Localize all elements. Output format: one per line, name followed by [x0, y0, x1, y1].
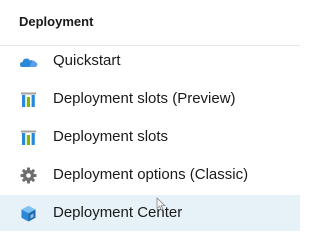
deployment-slots-icon [19, 90, 38, 109]
mouse-pointer-icon [156, 197, 166, 211]
menu-item-quickstart[interactable]: Quickstart [0, 43, 300, 79]
menu-item-label: Deployment slots (Preview) [53, 90, 236, 107]
menu-item-deployment-center[interactable]: Deployment Center [0, 195, 300, 231]
menu-item-deployment-slots[interactable]: Deployment slots [0, 119, 300, 155]
menu-item-label: Deployment options (Classic) [53, 166, 249, 183]
menu-item-deployment-options-classic[interactable]: Deployment options (Classic) [0, 157, 300, 193]
menu-item-label: Quickstart [53, 52, 121, 69]
menu-item-label: Deployment slots [53, 128, 169, 145]
section-title: Deployment [19, 14, 94, 29]
deployment-section-header: Deployment [0, 0, 300, 46]
menu-item-deployment-slots-preview[interactable]: Deployment slots (Preview) [0, 81, 300, 117]
deployment-center-cube-icon [19, 204, 38, 223]
gear-icon [19, 166, 38, 185]
quickstart-cloud-icon [19, 52, 38, 71]
deployment-slots-icon [19, 128, 38, 147]
